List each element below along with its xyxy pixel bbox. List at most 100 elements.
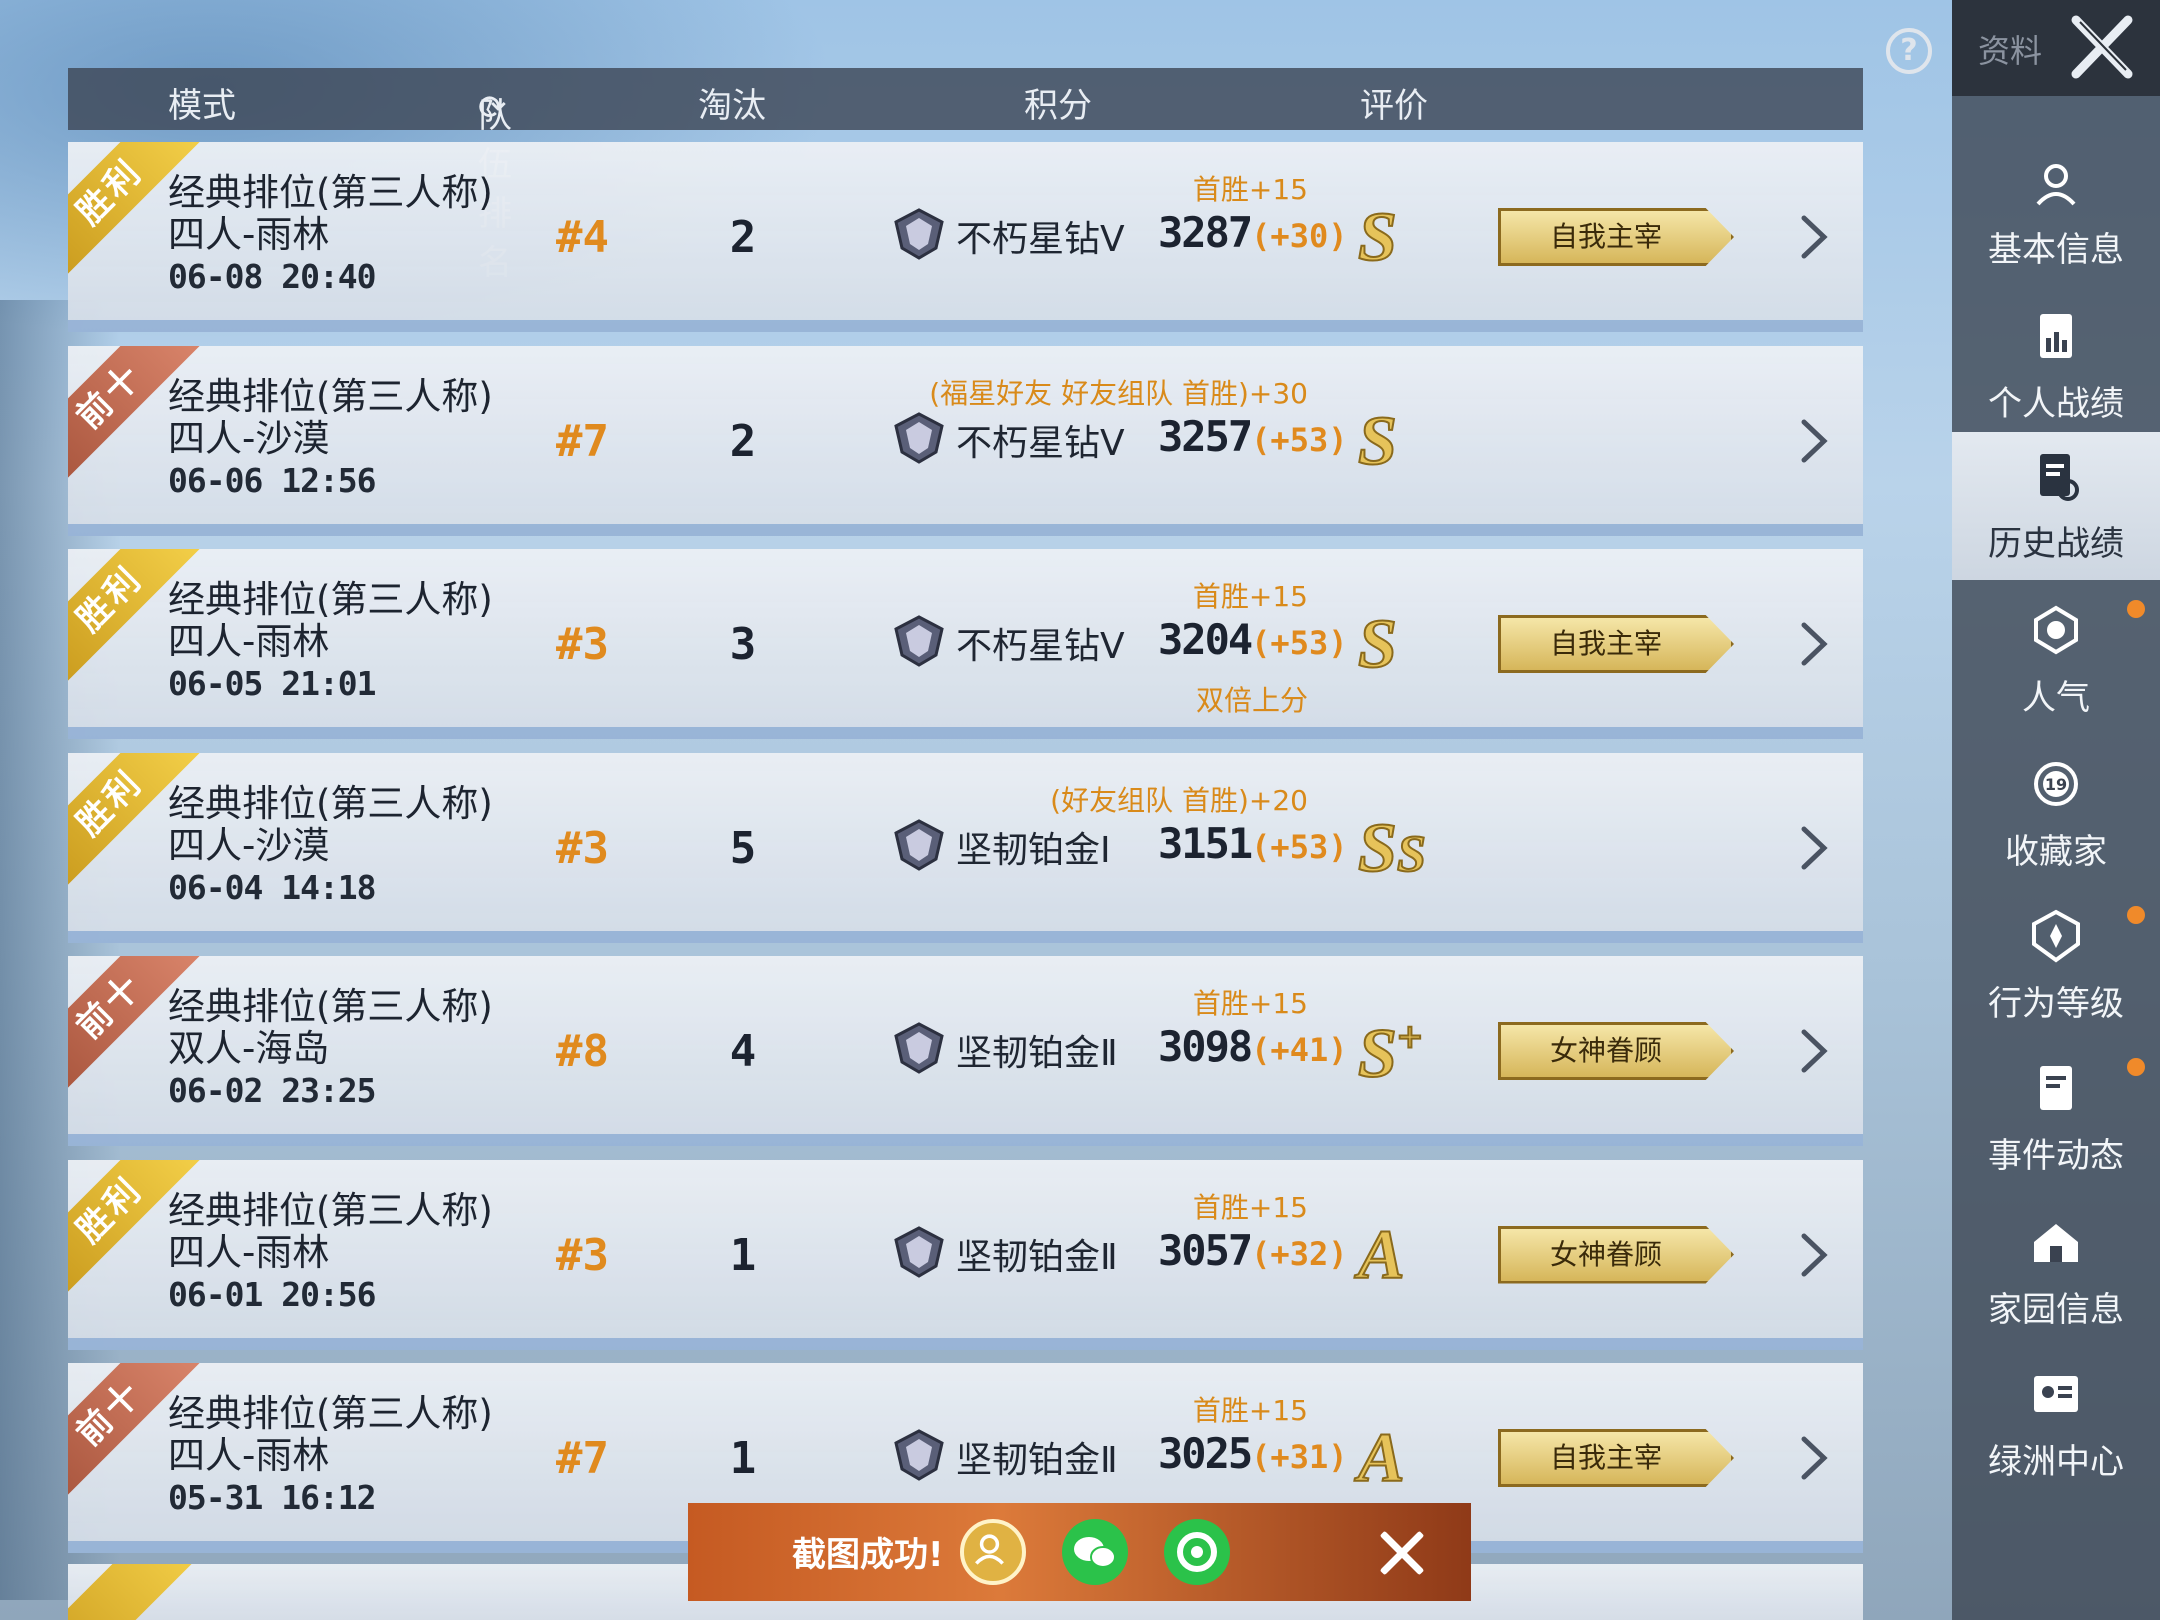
sidebar-item-home[interactable]: 家园信息 xyxy=(1952,1198,2160,1346)
match-info: 经典排位(第三人称) 四人-雨林 06-08 20:40 xyxy=(168,172,493,298)
score-value: 3287(+30) xyxy=(1158,208,1348,257)
close-icon[interactable] xyxy=(2062,10,2142,84)
mode-name: 经典排位(第三人称) xyxy=(168,374,493,418)
map-name: 四人-雨林 xyxy=(168,1230,330,1274)
honor-badge: 女神眷顾 xyxy=(1498,1225,1734,1284)
notification-dot xyxy=(2127,600,2145,618)
tier-icon xyxy=(894,1225,944,1278)
kills: 1 xyxy=(729,1229,757,1281)
bonus-text: 首胜+15 xyxy=(1192,580,1308,613)
team-rank: #3 xyxy=(556,1229,609,1281)
score-value: 3257(+53) xyxy=(1158,411,1348,461)
sidebar-item-history[interactable]: 历史战绩 xyxy=(1952,432,2160,580)
sidebar-item-label: 收藏家 xyxy=(2005,832,2107,872)
team-rank: #7 xyxy=(556,415,609,467)
team-rank: #8 xyxy=(556,1026,609,1077)
table-row[interactable]: 胜利 经典排位(第三人称) 四人-雨林 06-05 21:01 #3 3 首胜+… xyxy=(68,549,1863,739)
grade-letter-small: S xyxy=(1396,825,1427,884)
tier-name: 不朽星钻Ⅴ xyxy=(956,219,1125,260)
mode-name: 经典排位(第三人称) xyxy=(168,171,493,214)
toast-text: 截图成功! xyxy=(792,1535,944,1575)
sidebar-item-label: 绿洲中心 xyxy=(1988,1442,2124,1482)
bonus-text: (好友组队 首胜)+20 xyxy=(1050,783,1308,817)
kills: 4 xyxy=(729,1026,757,1077)
sidebar-item-oasis[interactable]: 绿洲中心 xyxy=(1952,1350,2160,1498)
friend-share-icon[interactable] xyxy=(960,1519,1026,1585)
toast-close-icon[interactable] xyxy=(1374,1525,1430,1581)
map-name: 四人-沙漠 xyxy=(168,416,330,460)
header-kills: 淘汰 xyxy=(698,86,766,126)
score-delta: (+30) xyxy=(1251,217,1348,255)
profile-icon xyxy=(2036,164,2076,206)
result-ribbon xyxy=(68,1564,201,1620)
score-value: 3025(+31) xyxy=(1158,1429,1348,1478)
stats-icon xyxy=(2040,314,2072,358)
grade-letter: A xyxy=(1357,1419,1406,1498)
chevron-right-icon[interactable] xyxy=(1788,212,1838,262)
bonus-text: 首胜+15 xyxy=(1192,1190,1308,1224)
grade-letter: S xyxy=(1357,605,1398,684)
header-rating: 评价 xyxy=(1360,86,1428,126)
sidebar-item-behavior[interactable]: 行为等级 xyxy=(1952,892,2160,1040)
score-delta: (+53) xyxy=(1251,420,1348,459)
match-info: 经典排位(第三人称) 四人-沙漠 06-06 12:56 xyxy=(168,374,493,502)
grade-rating: A xyxy=(1357,1216,1406,1296)
score-delta: (+41) xyxy=(1251,1031,1348,1069)
table-row[interactable]: 前十 经典排位(第三人称) 四人-沙漠 06-06 12:56 #7 2 (福星… xyxy=(68,345,1863,536)
sidebar-item-profile[interactable]: 基本信息 xyxy=(1952,138,2160,286)
sidebar-header: 资料 xyxy=(1952,0,2160,96)
table-row[interactable]: 胜利 经典排位(第三人称) 四人-沙漠 06-04 14:18 #3 5 (好友… xyxy=(68,752,1863,943)
sidebar-item-events[interactable]: 事件动态 xyxy=(1952,1044,2160,1192)
match-time: 06-01 20:56 xyxy=(168,1274,377,1314)
match-time: 06-05 21:01 xyxy=(168,664,377,703)
wechat-icon[interactable] xyxy=(1062,1519,1128,1585)
right-sidebar: 资料 基本信息 个人战绩 历史战绩 人气 19 收藏家 行为等级 事件动态 家园… xyxy=(1952,0,2160,1620)
grade-letter: S xyxy=(1357,1014,1398,1093)
table-row[interactable]: 胜利 经典排位(第三人称) 四人-雨林 06-01 20:56 #3 1 首胜+… xyxy=(68,1159,1863,1350)
honor-badge: 女神眷顾 xyxy=(1498,1022,1734,1080)
sidebar-item-label: 基本信息 xyxy=(1988,230,2124,270)
match-time: 06-02 23:25 xyxy=(168,1071,377,1110)
header-score: 积分 xyxy=(1024,86,1092,126)
score-value: 3151(+53) xyxy=(1158,818,1348,868)
chevron-right-icon[interactable] xyxy=(1788,1026,1838,1076)
kills: 5 xyxy=(729,822,757,874)
grade-rating: SS xyxy=(1357,809,1427,889)
tier-name: 坚韧铂金Ⅱ xyxy=(956,1033,1118,1074)
sidebar-item-stats[interactable]: 个人战绩 xyxy=(1952,292,2160,440)
score-delta: (+31) xyxy=(1251,1438,1348,1476)
tier-name: 坚韧铂金Ⅱ xyxy=(956,1236,1118,1278)
chevron-right-icon[interactable] xyxy=(1788,619,1838,669)
map-name: 四人-沙漠 xyxy=(168,823,330,867)
team-rank: #7 xyxy=(556,1433,609,1484)
map-name: 四人-雨林 xyxy=(168,1434,330,1477)
mode-name: 经典排位(第三人称) xyxy=(168,781,493,825)
sidebar-item-popularity[interactable]: 人气 xyxy=(1952,586,2160,734)
honor-badge: 自我主宰 xyxy=(1498,1429,1734,1487)
map-name: 双人-海岛 xyxy=(168,1027,330,1070)
match-time: 06-08 20:40 xyxy=(168,257,377,296)
score-value: 3204(+53) xyxy=(1158,615,1348,664)
grade-letter: S xyxy=(1357,198,1398,277)
tier-name: 不朽星钻Ⅴ xyxy=(956,422,1125,464)
help-icon[interactable]: ? xyxy=(1886,28,1932,74)
sidebar-item-collector[interactable]: 19 收藏家 xyxy=(1952,740,2160,888)
grade-plus: + xyxy=(1396,1012,1423,1063)
table-row[interactable]: 前十 经典排位(第三人称) 双人-海岛 06-02 23:25 #8 4 首胜+… xyxy=(68,956,1863,1146)
tier-name: 坚韧铂金Ⅱ xyxy=(956,1440,1118,1481)
table-row[interactable]: 胜利 经典排位(第三人称) 四人-雨林 06-08 20:40 #4 2 首胜+… xyxy=(68,142,1863,332)
collector-icon: 19 xyxy=(2034,762,2078,806)
chevron-right-icon[interactable] xyxy=(1788,416,1838,466)
sidebar-item-label: 行为等级 xyxy=(1988,984,2124,1024)
honor-badge: 自我主宰 xyxy=(1498,615,1734,673)
chevron-right-icon[interactable] xyxy=(1788,1433,1838,1483)
sidebar-title: 资料 xyxy=(1978,32,2043,70)
team-rank: #3 xyxy=(556,619,609,670)
match-info: 经典排位(第三人称) 四人-沙漠 06-04 14:18 xyxy=(168,781,493,909)
sidebar-item-label: 历史战绩 xyxy=(1988,524,2124,564)
chevron-right-icon[interactable] xyxy=(1788,823,1838,873)
chevron-right-icon[interactable] xyxy=(1788,1230,1838,1280)
score-delta: (+53) xyxy=(1251,827,1348,866)
grade-letter: S xyxy=(1357,809,1398,888)
moments-icon[interactable] xyxy=(1164,1519,1230,1585)
